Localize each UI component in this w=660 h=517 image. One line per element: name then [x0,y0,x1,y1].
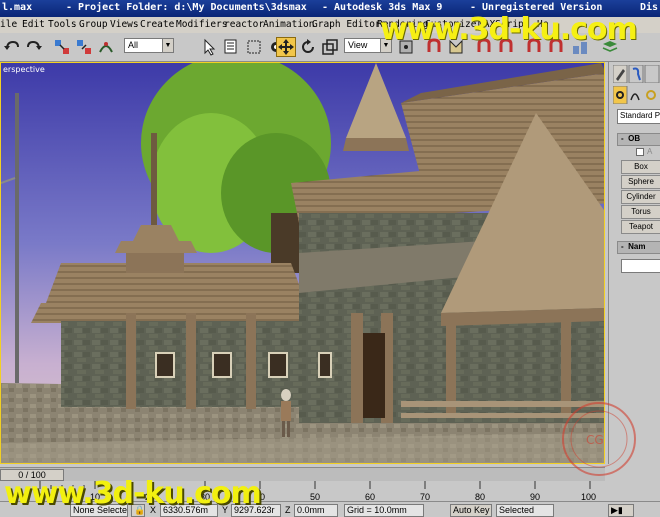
box-button[interactable]: Box [621,160,660,174]
title-folder: - Project Folder: d:\My Documents\3dsmax [66,2,307,13]
autogrid-checkbox[interactable] [636,148,644,156]
primitive-category-dropdown[interactable]: Standard Primitives [617,109,660,124]
object-name-field[interactable] [621,259,660,273]
select-object-icon[interactable] [200,37,220,57]
key-filter-dropdown[interactable]: Selected [496,504,554,517]
rectangular-selection-icon[interactable] [244,37,264,57]
title-right: Dis [640,2,659,13]
menu-create[interactable]: Create [140,19,174,30]
watermark-top: www.3d-ku.com [380,12,638,47]
menu-modifiers[interactable]: Modifiers [176,19,227,30]
bind-space-warp-icon[interactable] [96,37,116,57]
object-type-rollout[interactable]: - OB [617,133,660,146]
command-panel-tabs [612,64,660,84]
selection-filter-value: All [128,40,139,50]
unlink-icon[interactable] [74,37,94,57]
play-controls[interactable]: ▶▮ [608,504,634,517]
z-coordinate-field[interactable]: 0.0mm [294,504,338,517]
object-type-rollout-label: OB [628,134,641,143]
select-and-move-icon[interactable] [276,37,296,57]
svg-text:CG: CG [586,433,604,447]
z-label: Z [285,505,291,515]
reference-coordinate-value: View [348,40,368,50]
perspective-viewport[interactable]: erspective [0,62,605,464]
cylinder-button[interactable]: Cylinder [621,190,660,204]
teapot-button[interactable]: Teapot [621,220,660,234]
redo-icon[interactable] [24,37,44,57]
name-color-rollout[interactable]: - Nam [617,241,660,254]
auto-key-button[interactable]: Auto Key [450,504,492,517]
menu-views[interactable]: Views [110,19,139,30]
selection-filter-dropdown[interactable]: All ▼ [124,38,174,53]
grid-size-display: Grid = 10.0mm [344,504,424,517]
menu-group[interactable]: Group [79,19,108,30]
torus-button[interactable]: Torus [621,205,660,219]
menu-reactor[interactable]: reactor [224,19,264,30]
select-and-scale-icon[interactable] [320,37,340,57]
select-and-link-icon[interactable] [52,37,72,57]
menu-file[interactable]: ile [0,19,17,30]
title-file: l.max [2,2,33,13]
menu-tools[interactable]: Tools [48,19,77,30]
menu-edit[interactable]: Edit [22,19,45,30]
sphere-button[interactable]: Sphere [621,175,660,189]
select-and-rotate-icon[interactable] [298,37,318,57]
undo-icon[interactable] [2,37,22,57]
viewport-label[interactable]: erspective [3,65,45,74]
select-by-name-icon[interactable] [222,37,242,57]
chevron-down-icon: ▼ [162,39,173,52]
watermark-seal-icon: CG [562,402,636,476]
menu-animation[interactable]: Animation [263,19,314,30]
create-category-icons[interactable] [612,85,660,105]
watermark-bottom: www.3d-ku.com [4,476,262,511]
autogrid-label: A [647,147,653,156]
menu-graph-editors[interactable]: Graph Editors [312,19,386,30]
name-color-rollout-label: Nam [628,242,646,251]
viewport-scene [1,63,604,463]
